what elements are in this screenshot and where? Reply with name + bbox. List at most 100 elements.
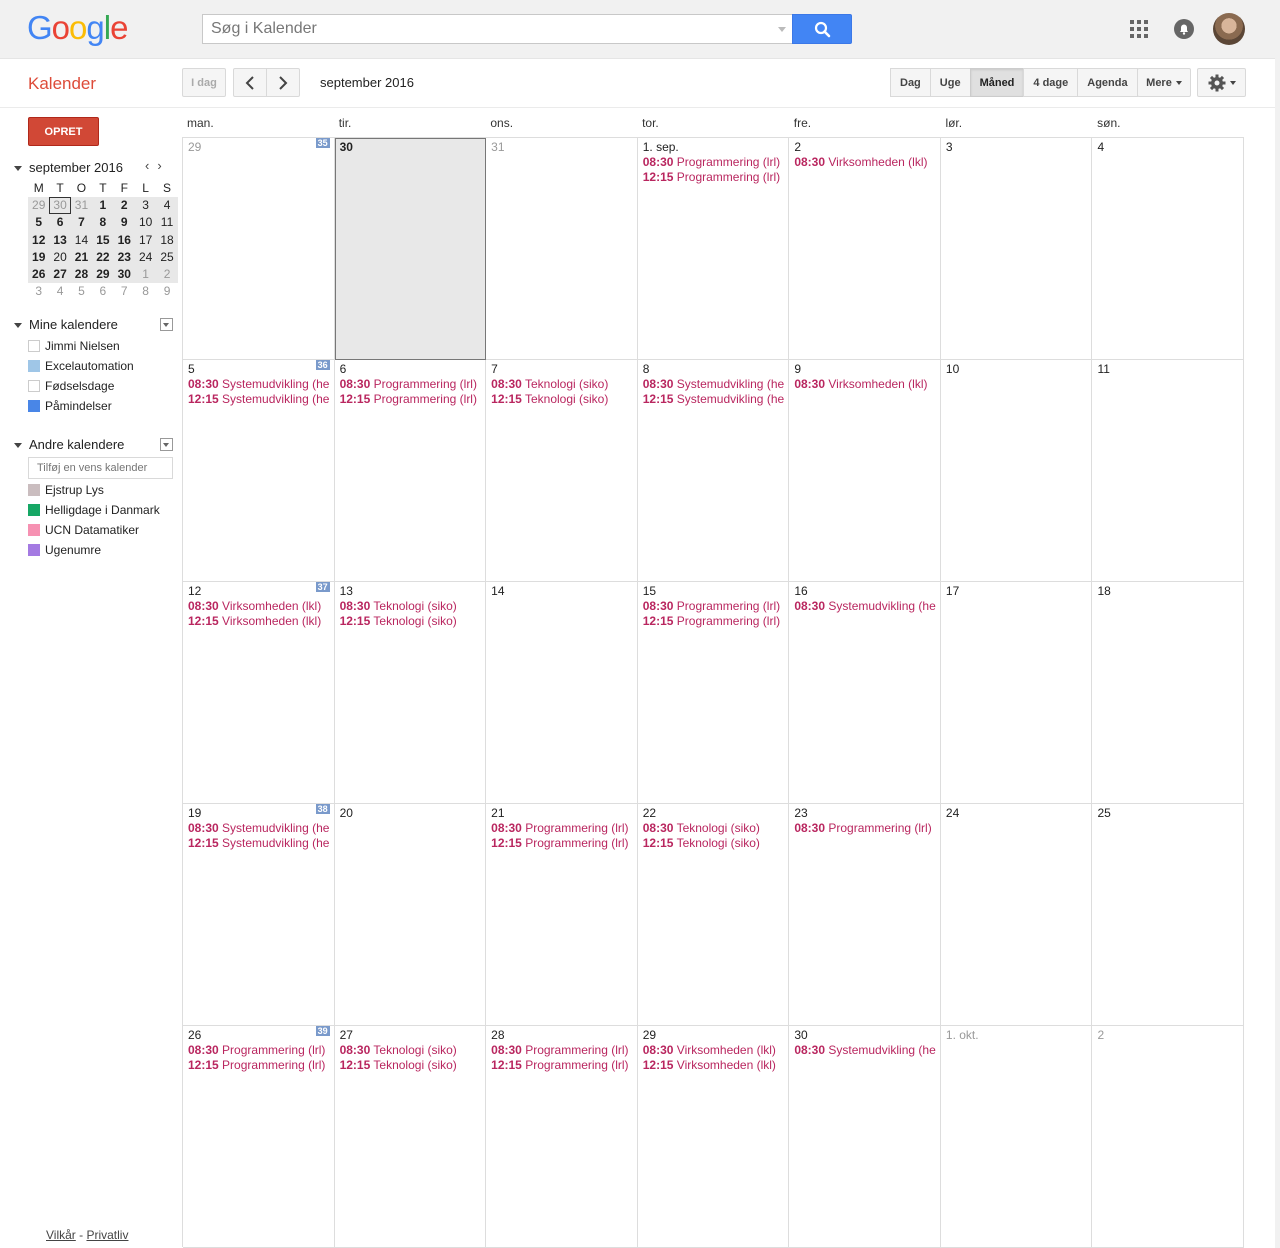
mini-day[interactable]: 12 [28,231,50,249]
mini-day[interactable]: 20 [49,248,71,266]
day-cell[interactable]: 10 [940,360,1093,582]
calendar-color-swatch[interactable] [28,504,40,516]
calendar-event[interactable]: 08:30 Teknologi (siko) [643,821,789,836]
calendar-item[interactable]: Helligdage i Danmark [28,500,160,520]
mini-day[interactable]: 4 [49,283,70,300]
mini-day[interactable]: 13 [49,231,71,249]
calendar-event[interactable]: 12:15 Programmering (lrl) [491,836,637,851]
day-number[interactable]: 8 [643,362,789,377]
day-number[interactable]: 25 [1097,806,1243,821]
day-number[interactable]: 24 [946,806,1092,821]
calendar-color-swatch[interactable] [28,484,40,496]
next-period-button[interactable] [266,68,300,97]
day-number[interactable]: 17 [946,584,1092,599]
day-cell[interactable]: 31 [486,138,638,360]
day-number[interactable]: 10 [946,362,1092,377]
mini-day[interactable]: 9 [113,214,135,232]
view-agenda-button[interactable]: Agenda [1077,68,1138,97]
calendar-event[interactable]: 08:30 Systemudvikling (he [188,377,334,392]
day-cell[interactable]: 11 [1092,360,1245,582]
calendar-event[interactable]: 12:15 Teknologi (siko) [340,1058,486,1073]
day-cell[interactable]: 3 [940,138,1093,360]
day-cell[interactable]: 29 08:30 Virksomheden (lkl) 12:15 Virksomh… [637,1026,790,1248]
day-number[interactable]: 2 [1097,1028,1243,1043]
my-calendars-menu-icon[interactable] [160,318,173,331]
calendar-item[interactable]: Excelautomation [28,356,134,376]
day-cell[interactable]: 23 08:30 Programmering (lrl) [789,804,941,1026]
day-cell[interactable]: 21 08:30 Programmering (lrl) 12:15 Program… [486,804,638,1026]
mini-day[interactable]: 3 [134,197,157,215]
mini-day[interactable]: 22 [92,248,114,266]
day-number[interactable]: 7 [491,362,637,377]
mini-day[interactable]: 24 [134,248,157,266]
day-cell[interactable]: 18 [1092,582,1245,804]
mini-day[interactable]: 31 [70,197,93,215]
day-number[interactable]: 28 [491,1028,637,1043]
day-number[interactable]: 5 [188,362,334,377]
add-friend-calendar-input[interactable] [28,457,173,479]
terms-link[interactable]: Vilkår [46,1228,76,1242]
mini-day[interactable]: 15 [92,231,114,249]
calendar-item[interactable]: Jimmi Nielsen [28,336,134,356]
day-cell[interactable]: 2 [1092,1026,1245,1248]
view-day-button[interactable]: Dag [890,68,931,97]
mini-day[interactable]: 8 [92,214,114,232]
calendar-color-swatch[interactable] [28,524,40,536]
day-cell[interactable]: 6 08:30 Programmering (lrl) 12:15 Programm… [334,360,487,582]
day-cell[interactable]: 30 08:30 Systemudvikling (he [789,1026,941,1248]
day-number[interactable]: 13 [340,584,486,599]
day-number[interactable]: 30 [340,140,486,155]
day-cell[interactable]: 20 [334,804,487,1026]
calendar-event[interactable]: 08:30 Virksomheden (lkl) [794,377,940,392]
day-number[interactable]: 3 [946,140,1092,155]
day-number[interactable]: 23 [794,806,940,821]
my-calendars-header[interactable]: Mine kalendere [14,317,176,332]
mini-day[interactable]: 5 [71,283,92,300]
day-number[interactable]: 6 [340,362,486,377]
day-number[interactable]: 30 [794,1028,940,1043]
day-cell[interactable]: 7 08:30 Teknologi (siko) 12:15 Teknologi (… [486,360,638,582]
create-event-button[interactable]: OPRET [28,117,99,146]
calendar-event[interactable]: 08:30 Systemudvikling (he [794,599,940,614]
mini-day[interactable]: 16 [113,231,135,249]
day-number[interactable]: 29 [643,1028,789,1043]
mini-day[interactable]: 30 [113,265,135,284]
day-cell[interactable]: 2 08:30 Virksomheden (lkl) [789,138,941,360]
mini-day[interactable]: 21 [70,248,93,266]
day-cell[interactable]: 15 08:30 Programmering (lrl) 12:15 Program… [637,582,790,804]
notifications-bell-icon[interactable] [1173,18,1195,40]
day-number[interactable]: 1. okt. [946,1028,1092,1043]
day-cell[interactable]: 29 35 [183,138,335,360]
calendar-event[interactable]: 12:15 Programmering (lrl) [340,392,486,407]
day-number[interactable]: 14 [491,584,637,599]
search-button[interactable] [792,14,852,44]
calendar-item[interactable]: Ejstrup Lys [28,480,160,500]
day-number[interactable]: 21 [491,806,637,821]
collapse-triangle-icon[interactable] [14,166,22,172]
calendar-event[interactable]: 12:15 Virksomheden (lkl) [188,614,334,629]
day-cell[interactable]: 22 08:30 Teknologi (siko) 12:15 Teknologi … [637,804,790,1026]
collapse-triangle-icon[interactable] [14,443,22,449]
calendar-event[interactable]: 12:15 Programmering (lrl) [643,170,789,185]
apps-grid-icon[interactable] [1130,20,1148,38]
previous-period-button[interactable] [233,68,267,97]
mini-day[interactable]: 14 [70,231,93,249]
view-month-button[interactable]: Måned [969,68,1025,97]
mini-day[interactable]: 28 [70,265,93,284]
day-cell[interactable]: 17 [940,582,1093,804]
mini-day[interactable]: 2 [113,197,135,215]
calendar-event[interactable]: 12:15 Programmering (lrl) [491,1058,637,1073]
mini-day[interactable]: 18 [156,231,178,249]
day-cell[interactable]: 12 37 08:30 Virksomheden (lkl) 12:15 Virkso… [183,582,335,804]
calendar-event[interactable]: 08:30 Programmering (lrl) [491,1043,637,1058]
calendar-event[interactable]: 08:30 Systemudvikling (he [794,1043,940,1058]
calendar-event[interactable]: 12:15 Systemudvikling (he [188,836,334,851]
mini-day[interactable]: 30 [49,197,71,215]
mini-day[interactable]: 5 [28,214,50,232]
mini-day[interactable]: 3 [28,283,49,300]
calendar-color-swatch[interactable] [28,340,40,352]
day-number[interactable]: 11 [1097,362,1243,377]
calendar-color-swatch[interactable] [28,360,40,372]
settings-button[interactable] [1197,68,1246,97]
calendar-event[interactable]: 12:15 Teknologi (siko) [491,392,637,407]
